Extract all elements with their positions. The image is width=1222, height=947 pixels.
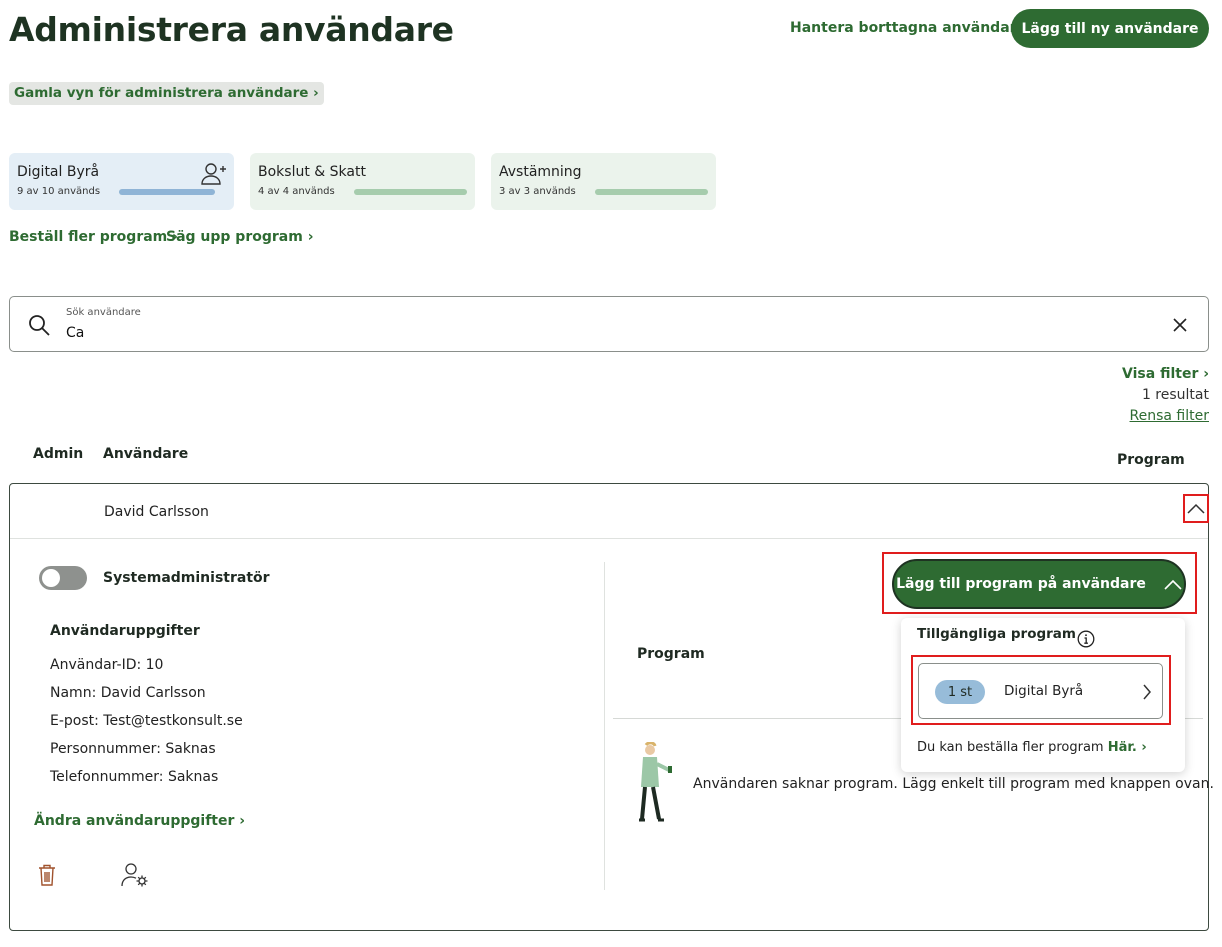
user-detail-id: Användar-ID: 10: [50, 657, 164, 673]
old-view-link[interactable]: Gamla vyn för administrera användare ›: [9, 82, 324, 105]
show-filter-link[interactable]: Visa filter ›: [1122, 366, 1209, 382]
available-programs-dropdown: Tillgängliga program 1 st Digital Byrå D…: [901, 618, 1185, 772]
page-title: Administrera användare: [9, 10, 454, 49]
search-input[interactable]: Ca: [66, 325, 84, 341]
cancel-program-link[interactable]: Säg upp program ›: [166, 229, 313, 245]
add-new-user-button[interactable]: Lägg till ny användare: [1011, 9, 1209, 48]
available-program-item[interactable]: 1 st Digital Byrå: [918, 663, 1163, 719]
toggle-knob: [42, 569, 60, 587]
program-card-digital-byra[interactable]: Digital Byrå 9 av 10 används: [9, 153, 234, 210]
chevron-up-icon: [1187, 503, 1205, 514]
clear-filter-link[interactable]: Rensa filter: [1130, 408, 1209, 424]
program-card-name: Avstämning: [499, 164, 582, 180]
column-header-program: Program: [1117, 452, 1185, 468]
column-divider: [604, 562, 605, 890]
trash-icon[interactable]: [37, 864, 57, 886]
add-program-to-user-button[interactable]: Lägg till program på användare: [892, 559, 1186, 609]
program-card-name: Bokslut & Skatt: [258, 164, 366, 180]
chevron-up-icon: [1164, 579, 1182, 590]
program-card-usage: 3 av 3 används: [499, 186, 576, 197]
add-program-label: Lägg till program på användare: [896, 576, 1146, 592]
edit-user-details-link[interactable]: Ändra användaruppgifter ›: [34, 813, 245, 829]
user-detail-personal-number: Personnummer: Saknas: [50, 741, 216, 757]
column-header-admin: Admin: [33, 446, 84, 462]
person-illustration: [639, 742, 672, 822]
program-card-name: Digital Byrå: [17, 164, 100, 180]
program-item-name: Digital Byrå: [1004, 683, 1084, 699]
system-admin-label: Systemadministratör: [103, 570, 270, 586]
manage-deleted-users-link[interactable]: Hantera borttagna användare ›: [790, 20, 1037, 36]
search-icon: [29, 315, 50, 336]
program-usage-fill: [595, 189, 708, 195]
system-admin-toggle[interactable]: [39, 566, 87, 590]
search-field[interactable]: Sök användare Ca: [9, 296, 1209, 352]
program-count-badge: 1 st: [935, 680, 985, 704]
program-usage-bar: [119, 189, 215, 195]
program-usage-fill: [354, 189, 467, 195]
close-icon[interactable]: [1172, 317, 1188, 333]
order-here-link[interactable]: Här. ›: [1108, 740, 1147, 755]
add-user-icon[interactable]: [201, 162, 227, 186]
program-card-bokslut-skatt[interactable]: Bokslut & Skatt 4 av 4 används: [250, 153, 475, 210]
user-settings-icon[interactable]: [121, 862, 149, 888]
user-detail-phone: Telefonnummer: Saknas: [50, 769, 219, 785]
dropdown-title: Tillgängliga program: [917, 626, 1076, 642]
column-header-user: Användare: [103, 446, 189, 462]
program-card-usage: 4 av 4 används: [258, 186, 335, 197]
chevron-right-icon: [1143, 684, 1151, 700]
program-card-avstamning[interactable]: Avstämning 3 av 3 används: [491, 153, 716, 210]
user-detail-email: E-post: Test@testkonsult.se: [50, 713, 243, 729]
empty-program-message: Användaren saknar program. Lägg enkelt t…: [693, 776, 1214, 792]
dropdown-footer-text: Du kan beställa fler program: [917, 740, 1108, 755]
program-usage-bar: [354, 189, 467, 195]
result-count: 1 resultat: [1141, 387, 1209, 403]
user-detail-name: Namn: David Carlsson: [50, 685, 206, 701]
user-name: David Carlsson: [104, 504, 209, 520]
user-row-expanded: David Carlsson Systemadministratör Använ…: [9, 483, 1214, 931]
collapse-row-button[interactable]: [1183, 494, 1209, 523]
order-more-programs-link[interactable]: Beställ fler program ›: [9, 229, 178, 245]
dropdown-footer: Du kan beställa fler program Här. ›: [917, 740, 1147, 755]
info-icon[interactable]: [1077, 630, 1095, 648]
program-heading: Program: [637, 646, 705, 662]
user-details-title: Användaruppgifter: [50, 623, 200, 639]
program-usage-bar: [595, 189, 708, 195]
row-divider: [10, 538, 1208, 539]
program-usage-fill: [119, 189, 215, 195]
search-label: Sök användare: [66, 307, 141, 318]
program-card-usage: 9 av 10 används: [17, 186, 101, 197]
